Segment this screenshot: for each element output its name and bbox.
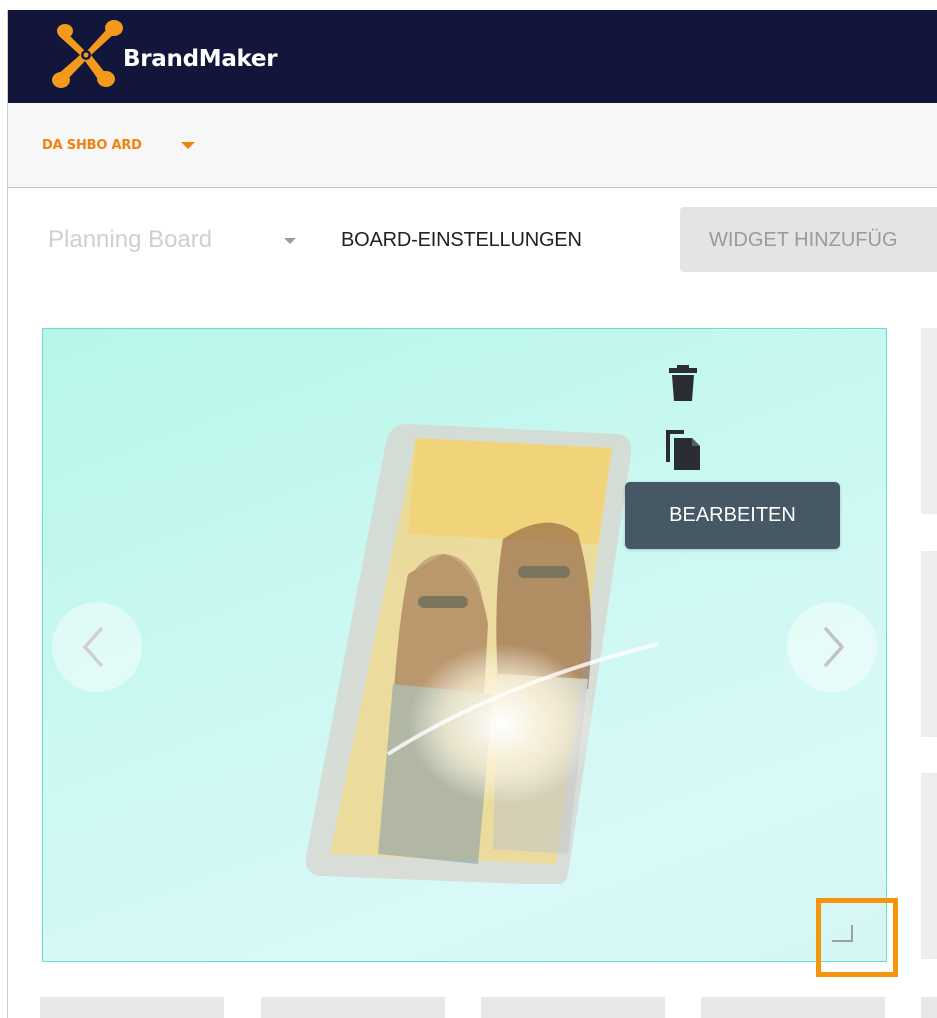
dashboard-caret-icon[interactable] bbox=[181, 142, 195, 149]
add-widget-button[interactable]: WIDGET HINZUFÜG bbox=[680, 207, 937, 272]
board-select[interactable]: Planning Board bbox=[48, 226, 212, 254]
edit-tooltip[interactable]: BEARBEITEN bbox=[625, 482, 840, 549]
carousel-prev-button[interactable] bbox=[52, 602, 142, 692]
side-widget-card[interactable] bbox=[921, 551, 937, 737]
phone-women-image bbox=[305, 424, 659, 884]
board-select-caret-icon[interactable] bbox=[284, 238, 296, 244]
bottom-widget-card[interactable] bbox=[481, 997, 665, 1018]
brandmaker-logo-icon[interactable] bbox=[48, 12, 128, 92]
chevron-right-icon bbox=[824, 627, 844, 667]
board-settings-button[interactable]: BOARD-EINSTELLUNGEN bbox=[341, 229, 582, 252]
trash-icon[interactable] bbox=[666, 365, 700, 401]
bottom-widget-card[interactable] bbox=[40, 997, 224, 1018]
resize-highlight-box bbox=[816, 898, 898, 977]
side-widget-card[interactable] bbox=[921, 773, 937, 959]
chevron-left-icon bbox=[83, 627, 103, 667]
image-carousel-widget[interactable] bbox=[42, 328, 887, 962]
side-widget-card[interactable] bbox=[921, 328, 937, 514]
dashboard-menu[interactable]: DA SHBO ARD bbox=[42, 138, 142, 153]
dashboard-subnav: DA SHBO ARD bbox=[8, 103, 937, 188]
app-header: BrandMaker bbox=[8, 10, 937, 103]
bottom-widget-card[interactable] bbox=[261, 997, 445, 1018]
bottom-widget-card[interactable] bbox=[701, 997, 885, 1018]
carousel-next-button[interactable] bbox=[787, 602, 877, 692]
brand-name: BrandMaker bbox=[123, 46, 278, 72]
copy-icon[interactable] bbox=[664, 428, 702, 470]
bottom-widget-card[interactable] bbox=[921, 997, 937, 1018]
